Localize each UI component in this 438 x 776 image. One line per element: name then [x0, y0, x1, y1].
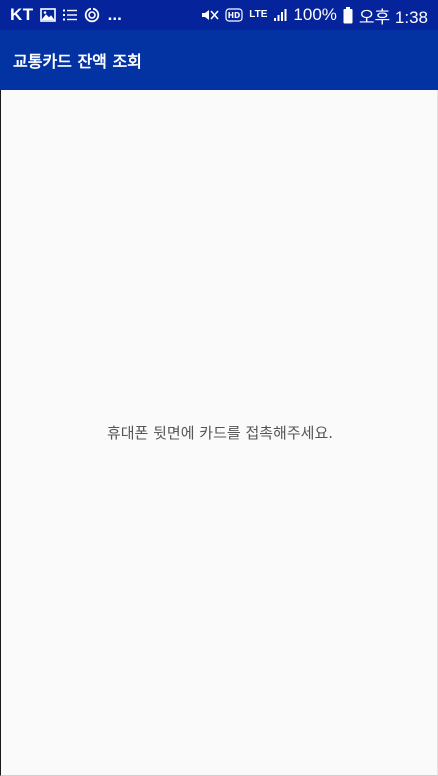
more-notifications-label: ... — [107, 5, 122, 24]
hd-voice-icon: HD — [225, 5, 243, 25]
mute-icon — [201, 5, 219, 25]
sync-icon — [84, 5, 100, 25]
list-icon — [62, 5, 78, 25]
app-title: 교통카드 잔액 조회 — [13, 52, 142, 71]
status-bar-right: HD LTE 100% 오후 1:38 — [201, 0, 428, 30]
tap-card-instruction: 휴대폰 뒷면에 카드를 접촉해주세요. — [106, 424, 334, 442]
lte-icon: LTE — [249, 9, 268, 20]
app-bar: 교통카드 잔액 조회 — [0, 30, 438, 90]
battery-percent: 100% — [293, 5, 337, 24]
status-bar: KT ... HD LTE 100% 오후 1:38 — [0, 0, 438, 30]
status-bar-left: KT ... — [10, 0, 122, 30]
carrier-label: KT — [10, 5, 34, 24]
signal-icon — [273, 5, 287, 25]
image-icon — [39, 5, 56, 25]
main-content: 휴대폰 뒷면에 카드를 접촉해주세요. — [0, 90, 438, 776]
svg-text:HD: HD — [228, 11, 241, 20]
battery-icon — [343, 5, 353, 25]
clock: 오후 1:38 — [358, 7, 428, 27]
